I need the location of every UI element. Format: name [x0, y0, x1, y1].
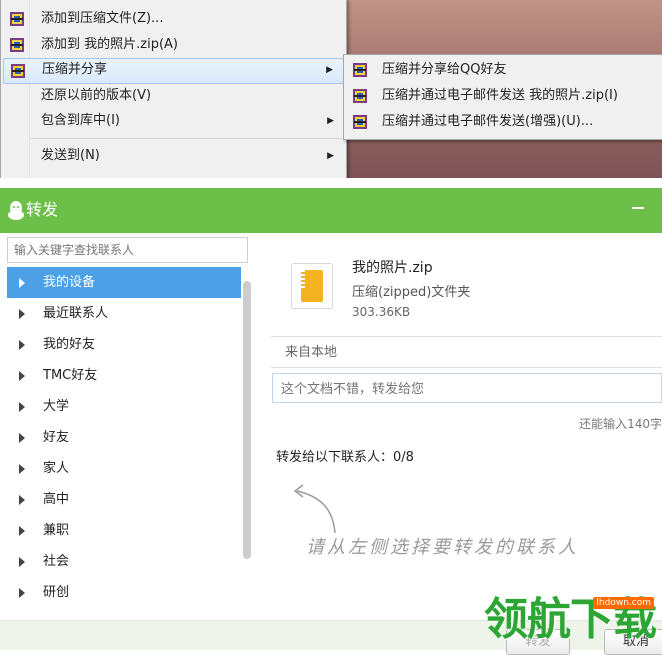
group-item-good-friends[interactable]: 好友: [7, 422, 241, 453]
menu-item-label: 包含到库中(I): [41, 113, 120, 128]
group-label: 社会: [43, 554, 70, 569]
group-item-my-devices[interactable]: 我的设备: [7, 267, 241, 298]
watermark-logo: 领航下载 lhdown.com: [478, 593, 662, 649]
divider: [271, 367, 662, 368]
menu-item-label: 添加到 我的照片.zip(A): [41, 37, 178, 52]
submenu-item-label: 压缩并通过电子邮件发送(增强)(U)...: [382, 114, 594, 129]
group-label: 兼职: [43, 523, 70, 538]
group-item-university[interactable]: 大学: [7, 391, 241, 422]
menu-item-send-to[interactable]: 发送到(N) ▶: [3, 144, 344, 168]
menu-item-add-to-zip[interactable]: 添加到 我的照片.zip(A): [3, 33, 344, 57]
group-item-recent[interactable]: 最近联系人: [7, 298, 241, 329]
group-item-friends[interactable]: 我的好友: [7, 329, 241, 360]
file-name: 我的照片.zip: [352, 260, 433, 276]
desktop-background: 添加到压缩文件(Z)... 添加到 我的照片.zip(A) 压缩并分享 ▶ 还原…: [0, 0, 662, 178]
menu-item-label: 添加到压缩文件(Z)...: [41, 11, 164, 26]
winrar-icon: [11, 64, 25, 78]
group-item-tmc[interactable]: TMC好友: [7, 360, 241, 391]
group-item-part-time[interactable]: 兼职: [7, 515, 241, 546]
title-bar[interactable]: 转发: [0, 188, 662, 233]
expand-arrow-icon[interactable]: [19, 278, 25, 288]
group-label: 好友: [43, 430, 70, 445]
winrar-icon: [10, 12, 24, 26]
forward-content-panel: 我的照片.zip 压缩(zipped)文件夹 303.36KB 来自本地 还能输…: [271, 233, 662, 593]
remaining-characters: 还能输入140字: [579, 417, 662, 431]
recipients-count: 转发给以下联系人：0/8: [276, 450, 414, 465]
file-type: 压缩(zipped)文件夹: [352, 285, 471, 300]
group-item-society[interactable]: 社会: [7, 546, 241, 577]
submenu-item-email-enhanced[interactable]: 压缩并通过电子邮件发送(增强)(U)...: [346, 110, 661, 134]
forward-window: 转发 我的设备 最近联系人 我的好友 TMC好友 大学 好友: [0, 188, 662, 655]
winrar-icon: [353, 63, 367, 77]
contact-group-list: 我的设备 最近联系人 我的好友 TMC好友 大学 好友 家人 高中 兼职 社会 …: [7, 267, 241, 608]
expand-arrow-icon[interactable]: [19, 588, 25, 598]
submenu-item-share-qq[interactable]: 压缩并分享给QQ好友: [346, 58, 661, 82]
zip-file-icon: [291, 263, 333, 309]
submenu-item-label: 压缩并通过电子邮件发送 我的照片.zip(I): [382, 88, 618, 103]
menu-item-label: 压缩并分享: [42, 62, 108, 77]
menu-item-include-in-library[interactable]: 包含到库中(I) ▶: [3, 109, 344, 133]
submenu-arrow-icon: ▶: [326, 65, 333, 75]
group-label: 研创: [43, 585, 70, 600]
winrar-icon: [353, 115, 367, 129]
file-size: 303.36KB: [352, 305, 411, 319]
expand-arrow-icon[interactable]: [19, 371, 25, 381]
contact-search-input[interactable]: [7, 237, 248, 263]
submenu-arrow-icon: ▶: [327, 116, 334, 126]
expand-arrow-icon[interactable]: [19, 526, 25, 536]
group-label: 高中: [43, 492, 70, 507]
expand-arrow-icon[interactable]: [19, 402, 25, 412]
winrar-icon: [10, 38, 24, 52]
menu-separator: [31, 138, 342, 139]
curved-arrow-icon: [293, 484, 336, 534]
menu-item-label: 发送到(N): [41, 148, 100, 163]
expand-arrow-icon[interactable]: [19, 309, 25, 319]
group-label: 家人: [43, 461, 70, 476]
forward-message-input[interactable]: [272, 373, 662, 403]
menu-item-compress-share[interactable]: 压缩并分享 ▶: [3, 58, 344, 84]
qq-penguin-icon: [8, 201, 24, 220]
group-item-family[interactable]: 家人: [7, 453, 241, 484]
group-label: 我的设备: [43, 275, 96, 290]
menu-item-restore-versions[interactable]: 还原以前的版本(V): [3, 84, 344, 108]
menu-item-add-to-archive[interactable]: 添加到压缩文件(Z)...: [3, 7, 344, 31]
expand-arrow-icon[interactable]: [19, 433, 25, 443]
group-item-high-school[interactable]: 高中: [7, 484, 241, 515]
menu-item-label: 还原以前的版本(V): [41, 88, 152, 103]
group-label: 大学: [43, 399, 70, 414]
minimize-icon[interactable]: [632, 207, 644, 209]
submenu-item-email-zip[interactable]: 压缩并通过电子邮件发送 我的照片.zip(I): [346, 84, 661, 108]
submenu-item-label: 压缩并分享给QQ好友: [382, 62, 507, 77]
window-title: 转发: [26, 200, 59, 219]
expand-arrow-icon[interactable]: [19, 340, 25, 350]
group-item-research[interactable]: 研创: [7, 577, 241, 608]
select-contact-hint: 请从左侧选择要转发的联系人: [306, 537, 579, 558]
context-menu: 添加到压缩文件(Z)... 添加到 我的照片.zip(A) 压缩并分享 ▶ 还原…: [0, 0, 347, 178]
file-source: 来自本地: [285, 345, 338, 360]
group-label: TMC好友: [43, 368, 98, 383]
expand-arrow-icon[interactable]: [19, 495, 25, 505]
submenu-arrow-icon: ▶: [327, 151, 334, 161]
expand-arrow-icon[interactable]: [19, 557, 25, 567]
context-submenu: 压缩并分享给QQ好友 压缩并通过电子邮件发送 我的照片.zip(I) 压缩并通过…: [343, 54, 662, 140]
file-card: 我的照片.zip 压缩(zipped)文件夹 303.36KB: [271, 233, 662, 337]
contact-list-scrollbar[interactable]: [243, 281, 251, 559]
expand-arrow-icon[interactable]: [19, 464, 25, 474]
watermark-site: lhdown.com: [593, 597, 654, 609]
winrar-icon: [353, 89, 367, 103]
group-label: 我的好友: [43, 337, 96, 352]
group-label: 最近联系人: [43, 306, 109, 321]
